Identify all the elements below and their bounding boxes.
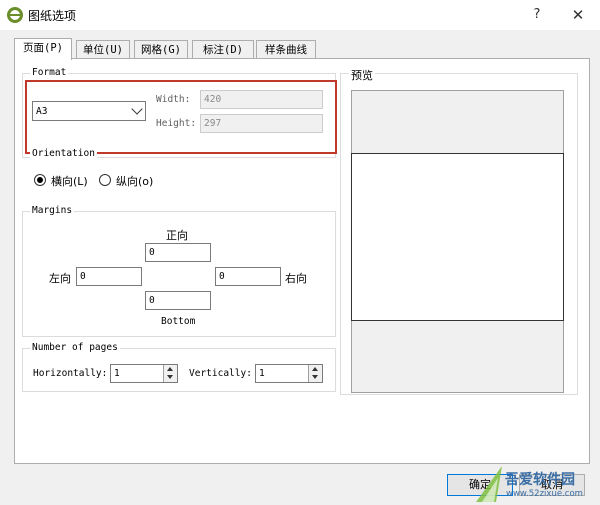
- watermark-url: www.52zixue.com: [506, 489, 583, 499]
- vertical-pages-label: Vertically:: [189, 368, 252, 379]
- spin-down-icon[interactable]: [312, 375, 318, 379]
- pages-group-label: Number of pages: [30, 342, 120, 353]
- right-margin-label: 右向: [285, 272, 307, 285]
- spin-up-icon[interactable]: [167, 367, 173, 371]
- landscape-label[interactable]: 横向(L): [51, 173, 88, 189]
- page-options-dialog: 图纸选项 ? ✕ 页面(P) 单位(U) 网格(G) 标注(D) 样条曲线 Fo…: [0, 0, 600, 505]
- horizontal-pages-label: Horizontally:: [33, 368, 108, 379]
- title-bar: 图纸选项 ? ✕: [0, 0, 600, 30]
- format-highlight-box: [25, 80, 337, 154]
- preview-page: [351, 153, 564, 321]
- bottom-margin-label: Bottom: [161, 316, 196, 327]
- vertical-spin-buttons[interactable]: [308, 365, 322, 382]
- app-logo-icon: [7, 7, 23, 23]
- help-button[interactable]: ?: [525, 4, 549, 26]
- bottom-margin-field[interactable]: 0: [145, 291, 211, 310]
- orientation-group-label: Orientation: [30, 148, 97, 159]
- tab-grid[interactable]: 网格(G): [134, 40, 188, 59]
- preview-group-label: 预览: [349, 67, 375, 83]
- right-margin-field[interactable]: 0: [215, 267, 281, 286]
- top-margin-field[interactable]: 0: [145, 243, 211, 262]
- horizontal-spin-buttons[interactable]: [163, 365, 177, 382]
- spin-up-icon[interactable]: [312, 367, 318, 371]
- tab-page[interactable]: 页面(P): [14, 38, 72, 60]
- portrait-label[interactable]: 纵向(o): [116, 173, 153, 189]
- watermark-text: 吾爱软件园: [505, 472, 575, 488]
- format-group-label: Format: [30, 67, 69, 78]
- tab-spline[interactable]: 样条曲线: [256, 40, 316, 59]
- vertical-pages-stepper[interactable]: 1: [255, 364, 323, 383]
- tab-dimensions[interactable]: 标注(D): [192, 40, 254, 59]
- left-margin-label: 左向: [49, 272, 71, 285]
- window-title: 图纸选项: [28, 9, 77, 23]
- vertical-pages-value: 1: [259, 368, 265, 379]
- left-margin-field[interactable]: 0: [76, 267, 142, 286]
- top-margin-label: 正向: [166, 229, 188, 242]
- close-button[interactable]: ✕: [566, 4, 590, 26]
- radio-selected-dot: [37, 177, 43, 183]
- portrait-radio[interactable]: [99, 174, 111, 186]
- horizontal-pages-stepper[interactable]: 1: [110, 364, 178, 383]
- spin-down-icon[interactable]: [167, 375, 173, 379]
- horizontal-pages-value: 1: [114, 368, 120, 379]
- landscape-radio[interactable]: [34, 174, 46, 186]
- margins-group-label: Margins: [30, 205, 75, 216]
- tab-units[interactable]: 单位(U): [76, 40, 130, 59]
